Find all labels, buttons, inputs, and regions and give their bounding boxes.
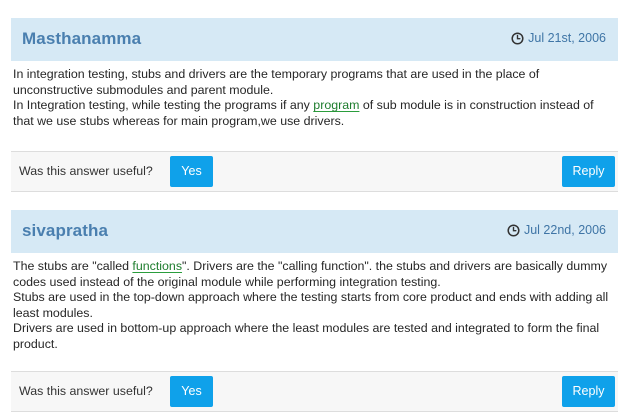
answer-paragraph: The stubs are "called functions". Driver… [13,259,610,290]
reply-button[interactable]: Reply [562,376,615,407]
answer-date: Jul 21st, 2006 [511,31,606,45]
clock-icon [511,31,524,45]
answer-text: The stubs are "called [13,259,133,273]
useful-question: Was this answer useful? [19,164,153,178]
yes-button[interactable]: Yes [170,376,213,407]
answer-text: In integration testing, stubs and driver… [13,67,540,97]
answers-list: Masthanamma Jul 21st, 2006 In integratio… [0,0,628,412]
answer-date-text: Jul 22nd, 2006 [523,223,606,237]
answer-author[interactable]: Masthanamma [22,29,141,49]
functions-link[interactable]: functions [132,259,182,273]
answer-text: In Integration testing, while testing th… [13,98,314,113]
useful-question: Was this answer useful? [19,384,153,398]
answer-paragraph: In Integration testing, while testing th… [13,98,610,129]
answer-header: sivapratha Jul 22nd, 2006 [11,210,618,253]
clock-icon [507,223,520,237]
reply-button[interactable]: Reply [562,156,615,187]
answer-date-text: Jul 21st, 2006 [528,31,606,45]
answer-header: Masthanamma Jul 21st, 2006 [11,18,618,61]
answer-card: sivapratha Jul 22nd, 2006 The stubs are … [11,210,618,412]
answer-author[interactable]: sivapratha [22,221,108,241]
answer-body: In integration testing, stubs and driver… [11,61,618,129]
answer-body: The stubs are "called functions". Driver… [11,253,618,353]
answer-paragraph: In integration testing, stubs and driver… [13,67,610,98]
answer-footer: Was this answer useful? Yes Reply [11,151,618,192]
answer-footer: Was this answer useful? Yes Reply [11,371,618,412]
answer-card: Masthanamma Jul 21st, 2006 In integratio… [11,18,618,192]
yes-button[interactable]: Yes [170,156,213,187]
program-link[interactable]: program [313,98,359,112]
answer-paragraph: Drivers are used in bottom-up approach w… [13,321,610,352]
answer-paragraph: Stubs are used in the top-down approach … [13,290,610,321]
answer-text: Drivers are used in bottom-up approach w… [13,321,600,351]
answer-text: Stubs are used in the top-down approach … [13,290,609,320]
answer-date: Jul 22nd, 2006 [507,223,606,237]
